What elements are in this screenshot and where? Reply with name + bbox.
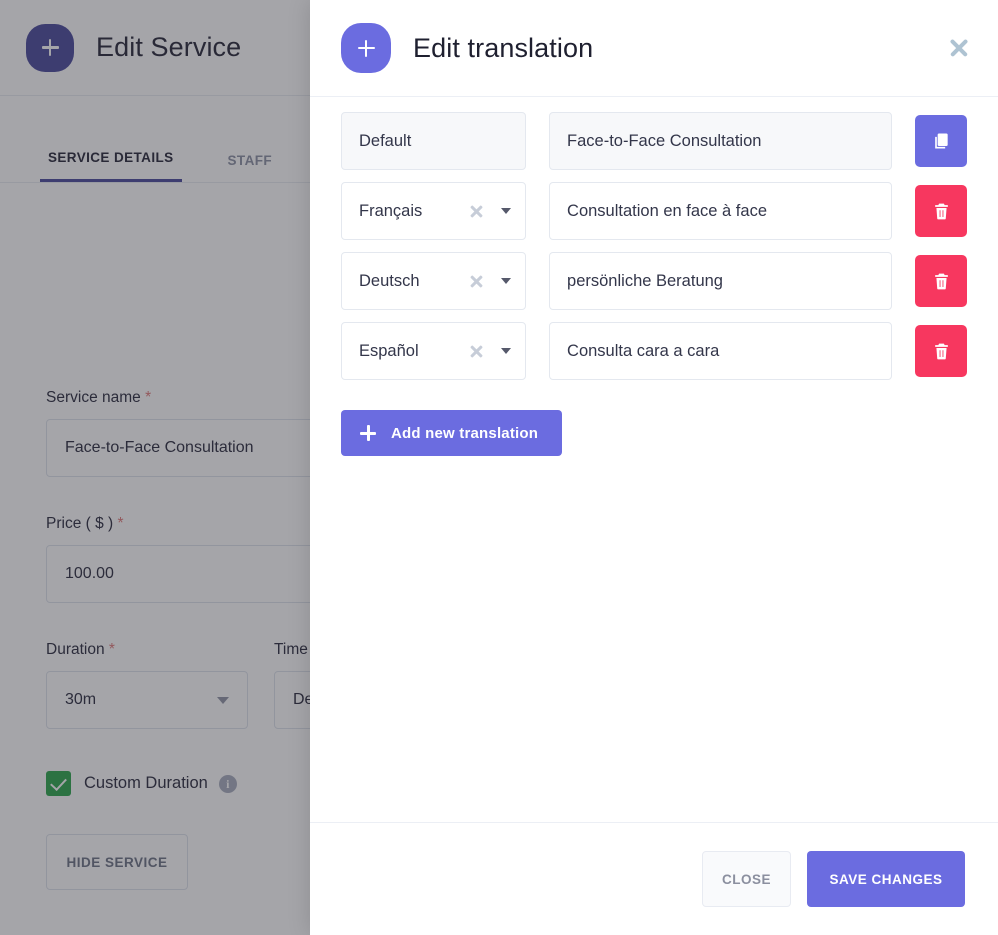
modal-footer: CLOSE SAVE CHANGES	[310, 822, 998, 935]
language-label: Default	[359, 131, 412, 150]
copy-translation-button[interactable]	[915, 115, 967, 167]
trash-icon	[934, 203, 948, 219]
copy-icon	[935, 133, 948, 149]
translation-value-input[interactable]: persönliche Beratung	[549, 252, 892, 310]
modal-body: Default Face-to-Face Consultation França…	[310, 97, 998, 822]
add-new-translation-button[interactable]: Add new translation	[341, 410, 563, 456]
clear-icon[interactable]	[469, 204, 484, 219]
delete-translation-button[interactable]	[915, 185, 967, 237]
plus-icon	[360, 425, 376, 441]
save-changes-button[interactable]: SAVE CHANGES	[807, 851, 965, 907]
translation-row: Español Consulta cara a cara	[341, 322, 967, 380]
delete-translation-button[interactable]	[915, 255, 967, 307]
plus-squircle-icon	[341, 23, 391, 73]
modal-title: Edit translation	[413, 32, 594, 63]
translation-row: Français Consultation en face à face	[341, 182, 967, 240]
chevron-down-icon[interactable]	[501, 208, 512, 214]
add-new-translation-label: Add new translation	[391, 424, 539, 442]
language-label: Français	[359, 201, 423, 220]
close-button[interactable]: CLOSE	[702, 851, 791, 907]
language-label: Español	[359, 341, 419, 360]
clear-icon[interactable]	[469, 344, 484, 359]
translation-row: Deutsch persönliche Beratung	[341, 252, 967, 310]
translation-value-input[interactable]: Consulta cara a cara	[549, 322, 892, 380]
trash-icon	[934, 273, 948, 289]
modal-header: Edit translation	[310, 0, 998, 97]
translation-value-input: Face-to-Face Consultation	[549, 112, 892, 170]
translation-value-input[interactable]: Consultation en face à face	[549, 182, 892, 240]
language-select-francais[interactable]: Français	[341, 182, 527, 240]
language-select-deutsch[interactable]: Deutsch	[341, 252, 527, 310]
delete-translation-button[interactable]	[915, 325, 967, 377]
chevron-down-icon[interactable]	[501, 348, 512, 354]
edit-translation-modal: Edit translation Default Face-to-Face Co…	[310, 0, 998, 935]
chevron-down-icon[interactable]	[501, 278, 512, 284]
translation-row: Default Face-to-Face Consultation	[341, 112, 967, 170]
clear-icon[interactable]	[469, 274, 484, 289]
trash-icon	[934, 343, 948, 359]
close-icon[interactable]	[946, 35, 972, 61]
language-label: Deutsch	[359, 271, 420, 290]
language-select-espanol[interactable]: Español	[341, 322, 527, 380]
language-select-default: Default	[341, 112, 527, 170]
